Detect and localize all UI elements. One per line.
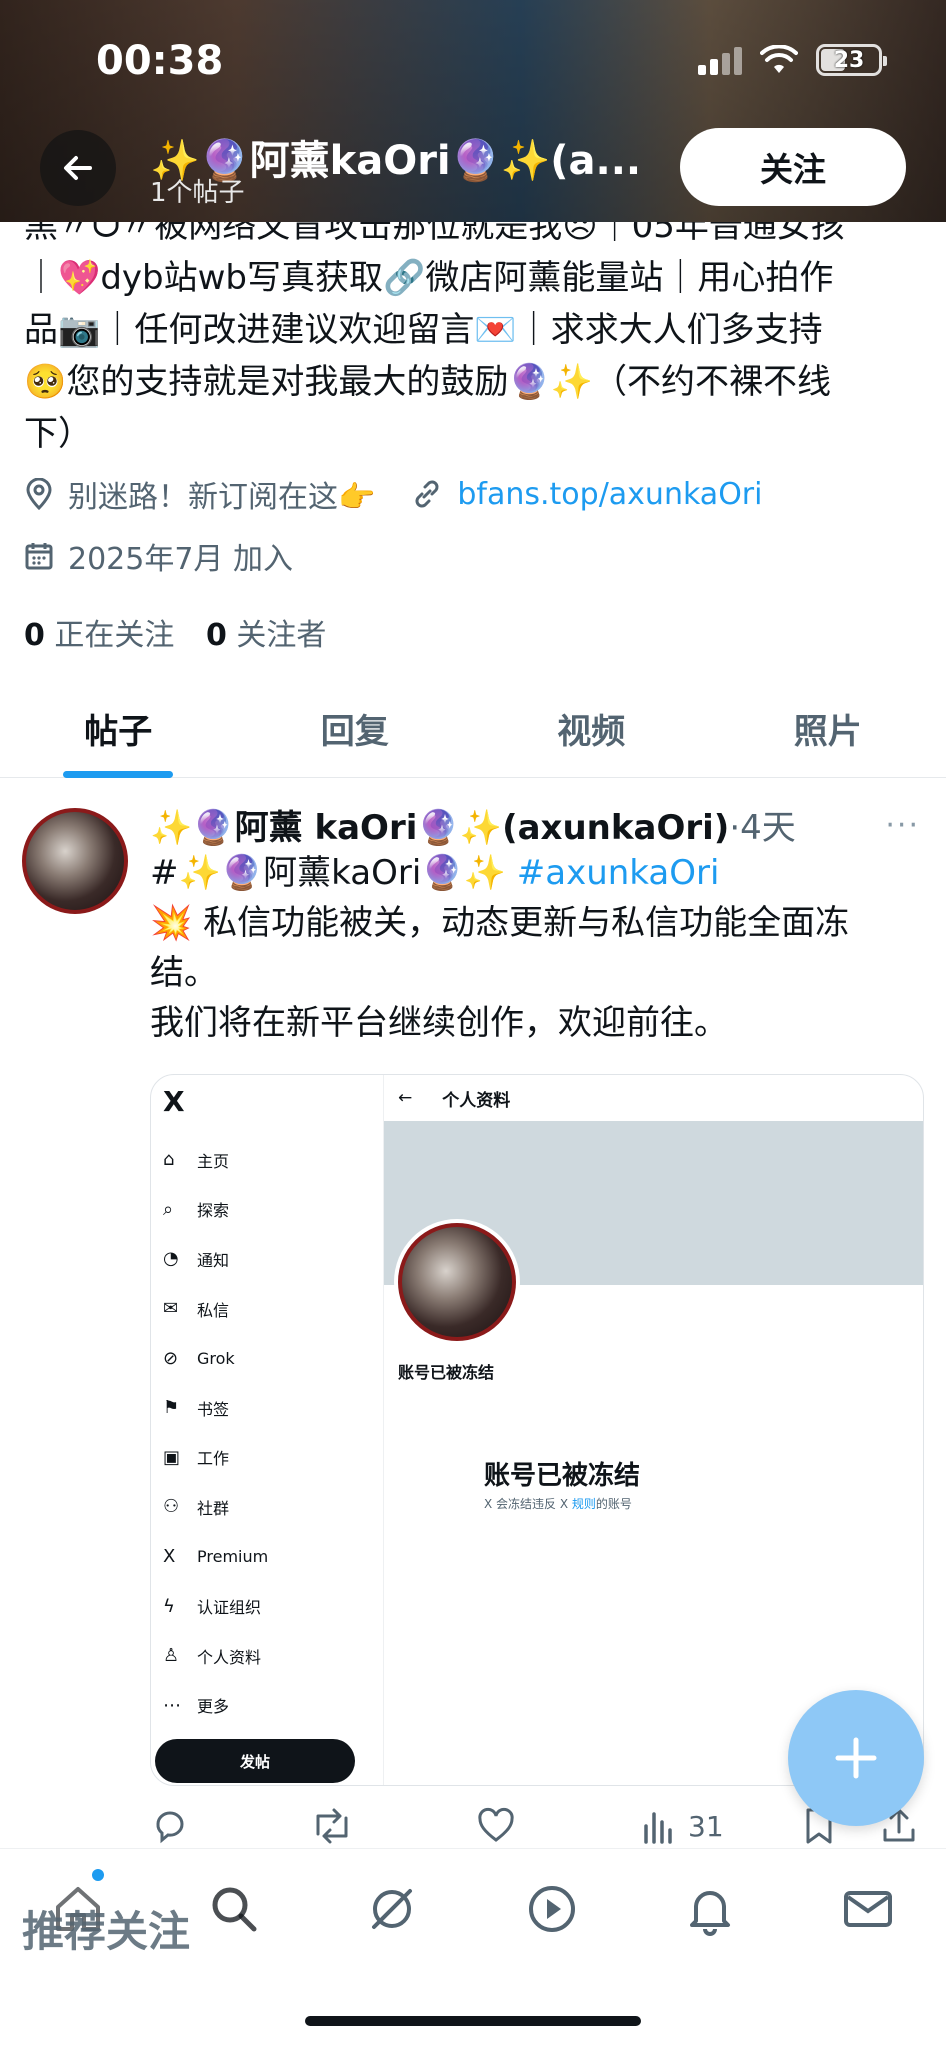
status-time: 00:38 bbox=[96, 38, 224, 84]
nav-notifications-icon[interactable] bbox=[680, 1879, 740, 1939]
tab-photos[interactable]: 照片 bbox=[710, 680, 946, 777]
views-icon[interactable]: 31 bbox=[640, 1808, 724, 1844]
wifi-icon bbox=[760, 45, 798, 73]
profile-link[interactable]: bfans.top/axunkaOri bbox=[457, 477, 762, 512]
embed-menu-item: ⌂ 主页 bbox=[163, 1149, 230, 1171]
lightning-icon: ϟ bbox=[163, 1595, 175, 1617]
cellular-signal-icon bbox=[698, 45, 742, 75]
bio-line: ｜💖dyb站wb写真获取🔗微店阿薰能量站｜用心拍作 bbox=[24, 258, 834, 298]
nav-messages-icon[interactable] bbox=[838, 1879, 898, 1939]
battery-level: 23 bbox=[833, 47, 865, 73]
embed-menu-item: ◔ 通知 bbox=[163, 1248, 230, 1270]
bio-line: 下） bbox=[24, 414, 92, 454]
post-author-avatar[interactable] bbox=[22, 808, 128, 914]
post-media-image[interactable]: X ⌂ 主页 ⌕ 探索 ◔ 通知 ✉ 私信 ⊘ Grok ⚑ 书签 ▣ 工作 ⚇ 社群 X Pre… bbox=[150, 1074, 924, 1786]
home-indicator[interactable] bbox=[305, 2016, 641, 2026]
post-handle[interactable]: (axunkaOri) bbox=[502, 808, 729, 848]
more-circle-icon: ⋯ bbox=[163, 1694, 181, 1716]
link-icon bbox=[411, 478, 443, 510]
battery-icon: 23 bbox=[816, 44, 887, 76]
post-text-line: 我们将在新平台继续创作，欢迎前往。 bbox=[150, 1003, 728, 1043]
profile-tabs: 帖子 回复 视频 照片 bbox=[0, 680, 946, 778]
post-count: 1个帖子 bbox=[150, 178, 245, 208]
bio-line: 品📷｜任何改进建议欢迎留言💌｜求求大人们多支持 bbox=[24, 310, 823, 350]
post-header: ✨🔮阿薰 kaOri🔮✨(axunkaOri)·4天 bbox=[150, 800, 796, 849]
embed-menu-item: ⌕ 探索 bbox=[163, 1198, 230, 1221]
profile-meta-row: 别迷路！新订阅在这👉 bfans.top/axunkaOri bbox=[24, 472, 762, 516]
nav-video-icon[interactable] bbox=[522, 1879, 582, 1939]
followers-link[interactable]: 0 关注者 bbox=[206, 618, 326, 653]
embed-menu-item: X Premium bbox=[163, 1546, 269, 1568]
post-time: ·4天 bbox=[729, 808, 796, 848]
profile-joined-row: 2025年7月 加入 bbox=[24, 534, 293, 578]
profile-joined: 2025年7月 加入 bbox=[68, 542, 293, 577]
back-button[interactable] bbox=[40, 130, 116, 206]
embed-menu-item: ϟ 认证组织 bbox=[163, 1595, 262, 1618]
embed-profile: ← 个人资料 账号已被冻结 账号已被冻结 X 会冻结违反 X 规则的账号 bbox=[383, 1075, 923, 1785]
post-display-name[interactable]: ✨🔮阿薰 kaOri🔮✨ bbox=[150, 808, 502, 848]
embed-avatar bbox=[398, 1223, 516, 1341]
nav-search-icon[interactable] bbox=[204, 1879, 264, 1939]
post-hashtag[interactable]: #axunkaOri bbox=[517, 853, 720, 893]
search-icon: ⌕ bbox=[163, 1198, 174, 1220]
bio-line: 🥺您的支持就是对我最大的鼓励🔮✨（不约不裸不线 bbox=[24, 362, 832, 402]
post-text-line: 💥 私信功能被关，动态更新与私信功能全面冻 bbox=[150, 903, 850, 943]
grok-icon: ⊘ bbox=[163, 1347, 179, 1369]
views-count: 31 bbox=[688, 1809, 724, 1843]
mail-icon: ✉ bbox=[163, 1298, 179, 1320]
reply-icon[interactable] bbox=[150, 1806, 190, 1846]
status-icons: 23 bbox=[698, 44, 887, 76]
bookmark-icon: ⚑ bbox=[163, 1397, 180, 1419]
profile-bio: 黑〃ᗜ〃被网络文盲攻击那位就是我😞｜05年普通女孩 ｜💖dyb站wb写真获取🔗微… bbox=[24, 200, 904, 460]
embed-post-button: 发帖 bbox=[155, 1739, 355, 1783]
plus-icon bbox=[835, 1737, 877, 1779]
post-text: #✨🔮阿薰kaOri🔮✨ #axunkaOri 💥 私信功能被关，动态更新与私信… bbox=[150, 848, 910, 1048]
embed-topbar: ← 个人资料 bbox=[384, 1075, 923, 1121]
post-text-line: 结。 bbox=[150, 953, 218, 993]
embed-menu-item: ⚇ 社群 bbox=[163, 1496, 230, 1518]
embed-menu-item: ♙ 个人资料 bbox=[163, 1645, 262, 1667]
post-text-prefix: #✨🔮阿薰kaOri🔮✨ bbox=[150, 853, 517, 893]
embed-menu-item: ⋯ 更多 bbox=[163, 1694, 230, 1717]
bell-icon: ◔ bbox=[163, 1248, 179, 1270]
follow-counts: 0 正在关注 0 关注者 bbox=[24, 610, 326, 654]
suggested-follows-label[interactable]: 推荐关注 bbox=[22, 1898, 190, 1959]
embed-menu-item: ✉ 私信 bbox=[163, 1298, 230, 1320]
nav-grok-icon[interactable] bbox=[362, 1879, 422, 1939]
compose-button[interactable] bbox=[788, 1690, 924, 1826]
embed-frozen-heading: 账号已被冻结 bbox=[484, 1461, 641, 1491]
x-premium-icon: X bbox=[163, 1546, 176, 1568]
following-link[interactable]: 0 正在关注 bbox=[24, 618, 174, 653]
x-logo-icon: X bbox=[163, 1085, 185, 1118]
post-actions: 31 bbox=[150, 1798, 920, 1854]
embed-frozen-desc: X 会冻结违反 X 规则的账号 bbox=[484, 1497, 632, 1511]
home-icon: ⌂ bbox=[163, 1149, 175, 1171]
embed-menu-item: ⊘ Grok bbox=[163, 1347, 235, 1369]
arrow-left-icon: ← bbox=[398, 1088, 413, 1108]
person-icon: ♙ bbox=[163, 1645, 180, 1667]
arrow-left-icon bbox=[64, 156, 92, 180]
location-pin-icon bbox=[24, 478, 54, 510]
tab-replies[interactable]: 回复 bbox=[237, 680, 474, 777]
nav-home-badge bbox=[92, 1869, 104, 1881]
repost-icon[interactable] bbox=[310, 1806, 354, 1846]
tab-posts[interactable]: 帖子 bbox=[0, 680, 237, 777]
embed-top-title: 个人资料 bbox=[442, 1090, 511, 1111]
tab-videos[interactable]: 视频 bbox=[473, 680, 710, 777]
briefcase-icon: ▣ bbox=[163, 1446, 181, 1468]
profile-location: 别迷路！新订阅在这👉 bbox=[68, 480, 376, 515]
embed-menu-item: ▣ 工作 bbox=[163, 1446, 230, 1469]
like-icon[interactable] bbox=[476, 1806, 516, 1846]
communities-icon: ⚇ bbox=[163, 1496, 180, 1518]
embed-frozen-label: 账号已被冻结 bbox=[398, 1363, 495, 1382]
embed-menu: ⌂ 主页 ⌕ 探索 ◔ 通知 ✉ 私信 ⊘ Grok ⚑ 书签 ▣ 工作 ⚇ 社群 X Premi… bbox=[163, 1135, 268, 1730]
follow-button[interactable]: 关注 bbox=[680, 128, 906, 206]
more-options-icon[interactable]: ··· bbox=[885, 808, 920, 843]
embed-sidebar: X ⌂ 主页 ⌕ 探索 ◔ 通知 ✉ 私信 ⊘ Grok ⚑ 书签 ▣ 工作 ⚇ 社群 X Pre… bbox=[151, 1075, 383, 1785]
embed-menu-item: ⚑ 书签 bbox=[163, 1397, 230, 1419]
calendar-icon bbox=[24, 541, 54, 571]
